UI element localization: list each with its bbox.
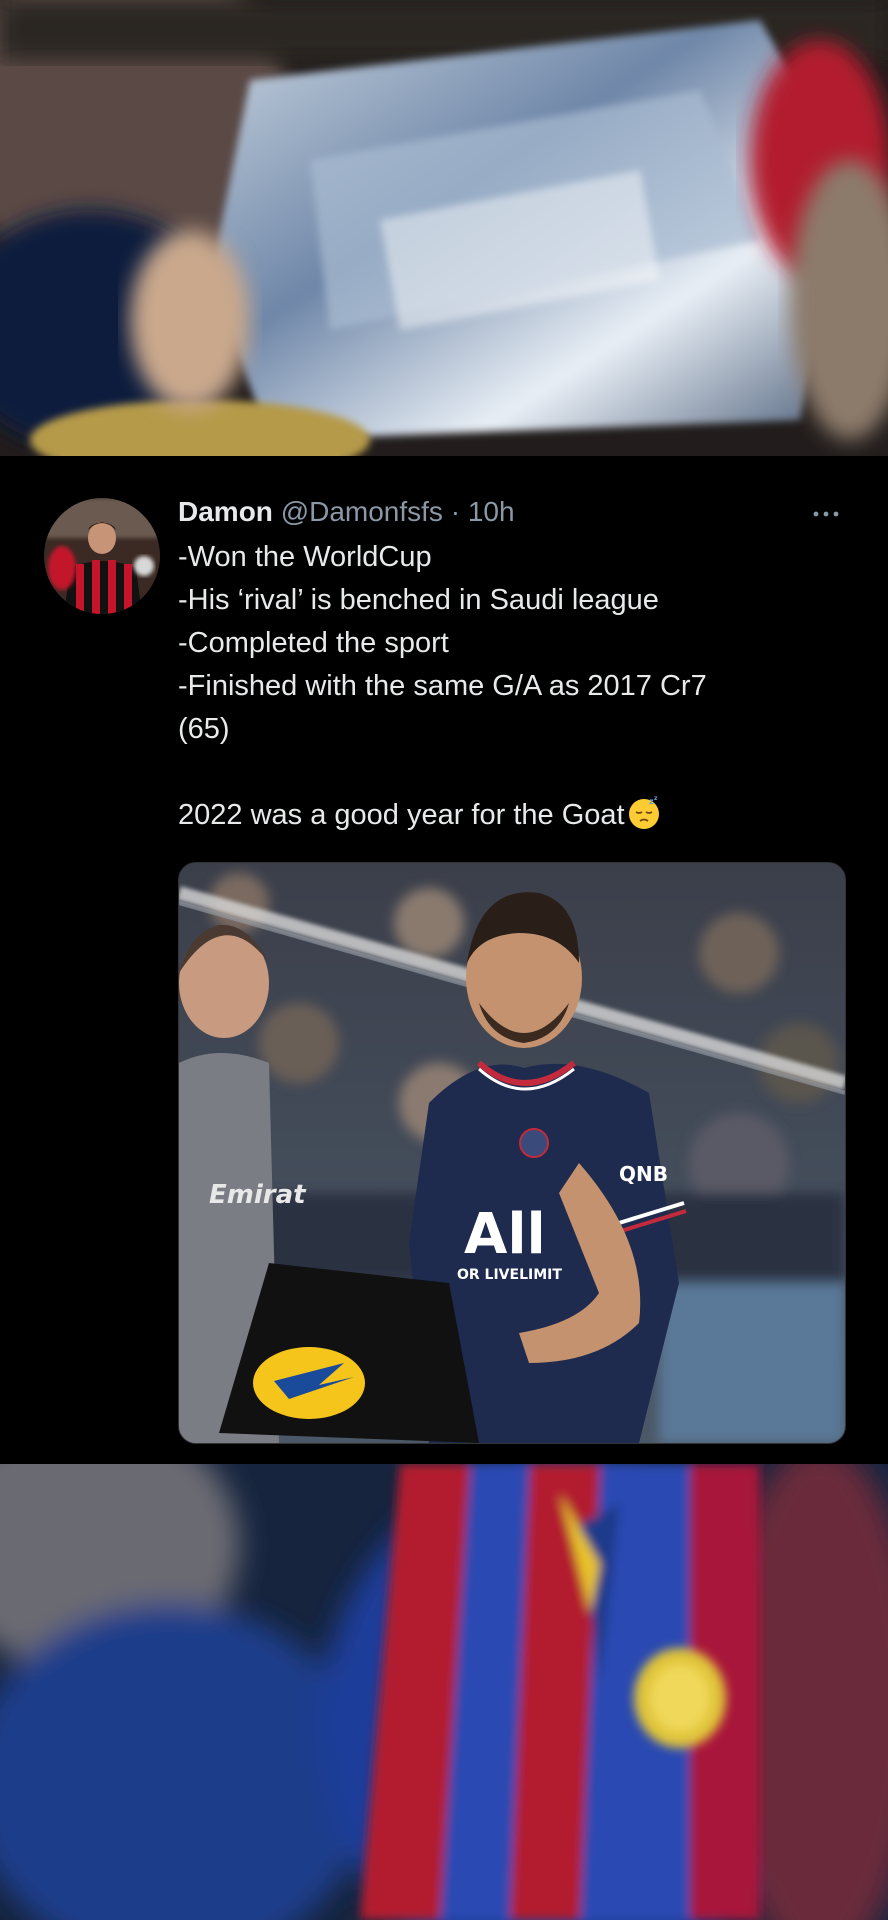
tweet-header: Damon @Damonfsfs · 10h [178, 494, 515, 530]
medal-photo [0, 1464, 888, 1920]
more-options-icon[interactable] [810, 504, 842, 524]
svg-text:z: z [654, 796, 658, 802]
shirt-logo-text: All [464, 1202, 546, 1267]
timestamp[interactable]: 10h [468, 496, 515, 527]
tweet-text: -Won the WorldCup -His ‘rival’ is benche… [178, 536, 838, 837]
top-background-photo [0, 0, 888, 456]
sponsor-text: QNB [619, 1162, 668, 1186]
avatar[interactable] [44, 498, 160, 614]
tweet-media-photo[interactable]: Emirat QNB All OR LIVELIMIT [178, 862, 846, 1444]
display-name[interactable]: Damon [178, 496, 273, 527]
tweet-closing-line: 2022 was a good year for the Goat z z [178, 794, 838, 837]
tweet-line: -Won the WorldCup [178, 541, 432, 573]
tweet-card[interactable]: Damon @Damonfsfs · 10h -Won the WorldCup… [0, 456, 888, 1464]
trophy-photo [0, 0, 888, 456]
messi-substitution-photo: Emirat QNB All OR LIVELIMIT [179, 863, 845, 1443]
separator-dot: · [450, 496, 461, 527]
sleepy-face-icon: z z [628, 796, 659, 829]
avatar-image [44, 498, 160, 614]
coach-shirt-text: Emirat [209, 1180, 307, 1210]
shirt-subtext: OR LIVELIMIT [457, 1267, 562, 1283]
tweet-line: -Completed the sport [178, 627, 449, 659]
closing-text: 2022 was a good year for the Goat [178, 799, 625, 831]
tweet-line: -His ‘rival’ is benched in Saudi league [178, 584, 659, 616]
tweet-line: (65) [178, 713, 230, 745]
user-handle[interactable]: @Damonfsfs [281, 496, 443, 527]
tweet-line: -Finished with the same G/A as 2017 Cr7 [178, 670, 707, 702]
bottom-background-photo [0, 1464, 888, 1920]
